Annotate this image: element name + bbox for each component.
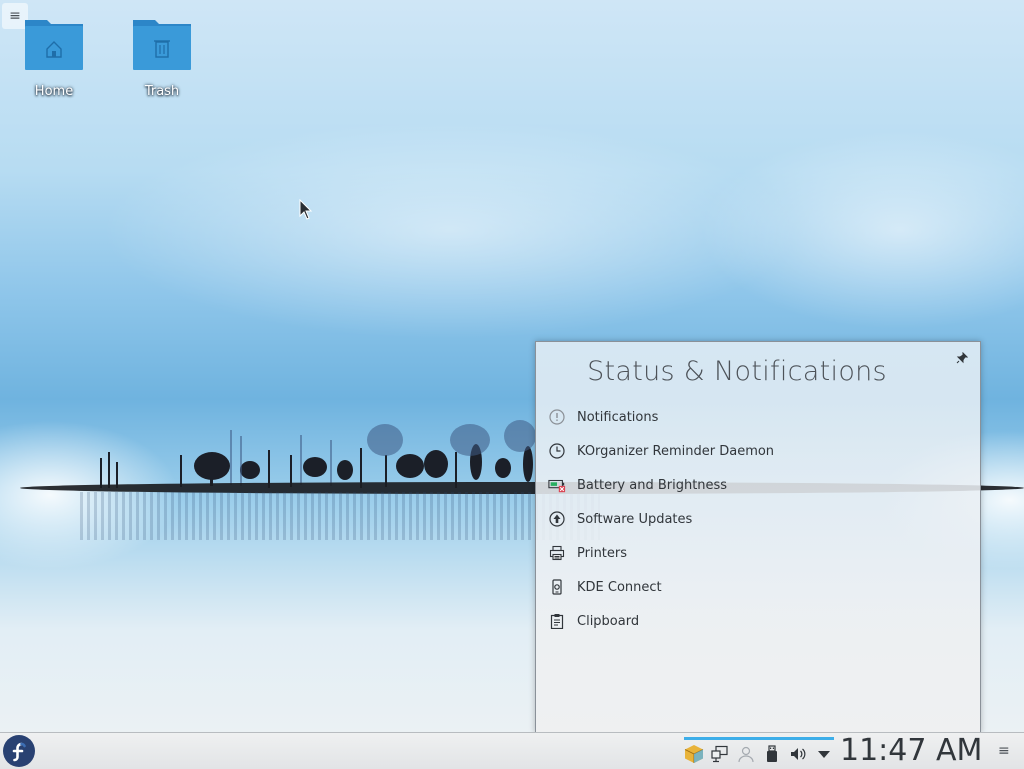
usb-icon[interactable]	[762, 744, 782, 764]
status-item-label: KDE Connect	[577, 579, 662, 595]
status-item-software-updates[interactable]: Software Updates	[548, 502, 774, 536]
desktop: ≡ Home Trash Status & Notifications Noti…	[0, 0, 1024, 732]
wallpaper-reflection	[80, 492, 600, 540]
pin-icon[interactable]	[956, 351, 970, 366]
status-item-clipboard[interactable]: Clipboard	[548, 604, 774, 638]
status-item-label: Software Updates	[577, 511, 693, 527]
desktop-icon-trash[interactable]: Trash	[122, 18, 202, 99]
status-items-list: Notifications KOrganizer Reminder Daemon…	[548, 400, 774, 638]
application-launcher-button[interactable]	[3, 735, 35, 767]
status-notifications-popup: Status & Notifications Notifications KOr…	[535, 341, 981, 732]
status-item-kde-connect[interactable]: KDE Connect	[548, 570, 774, 604]
trash-folder-icon	[132, 18, 192, 70]
fedora-logo-icon	[5, 737, 33, 765]
status-item-battery[interactable]: Battery and Brightness	[548, 468, 774, 502]
desktop-icon-home[interactable]: Home	[14, 18, 94, 99]
status-item-label: Printers	[577, 545, 628, 561]
status-item-label: Battery and Brightness	[577, 477, 728, 493]
battery-icon	[548, 476, 566, 494]
status-item-label: Notifications	[577, 409, 659, 425]
home-folder-icon	[24, 18, 84, 70]
panel-menu-icon[interactable]: ≡	[998, 743, 1014, 759]
status-item-label: Clipboard	[577, 613, 640, 629]
network-icon[interactable]	[710, 744, 730, 764]
printer-icon	[548, 544, 566, 562]
system-tray	[684, 737, 834, 765]
desktop-icon-label: Trash	[144, 84, 180, 99]
taskbar-panel: 11:47 AM ≡	[0, 732, 1024, 769]
clipboard-icon	[548, 612, 566, 630]
digital-clock[interactable]: 11:47 AM	[840, 733, 982, 769]
desktop-icon-label: Home	[34, 84, 74, 99]
status-item-label: KOrganizer Reminder Daemon	[577, 443, 775, 459]
status-item-printers[interactable]: Printers	[548, 536, 774, 570]
notifications-icon	[548, 408, 566, 426]
software-updates-icon	[548, 510, 566, 528]
mouse-cursor-icon	[299, 198, 313, 225]
status-item-notifications[interactable]: Notifications	[548, 400, 774, 434]
clock-icon	[548, 442, 566, 460]
popup-title: Status & Notifications	[587, 356, 887, 387]
expand-arrow-icon[interactable]	[814, 744, 834, 764]
kde-connect-icon	[548, 578, 566, 596]
package-icon[interactable]	[684, 744, 704, 764]
status-item-korganizer[interactable]: KOrganizer Reminder Daemon	[548, 434, 774, 468]
volume-icon[interactable]	[788, 744, 808, 764]
user-icon[interactable]	[736, 744, 756, 764]
tray-active-indicator	[684, 737, 834, 740]
